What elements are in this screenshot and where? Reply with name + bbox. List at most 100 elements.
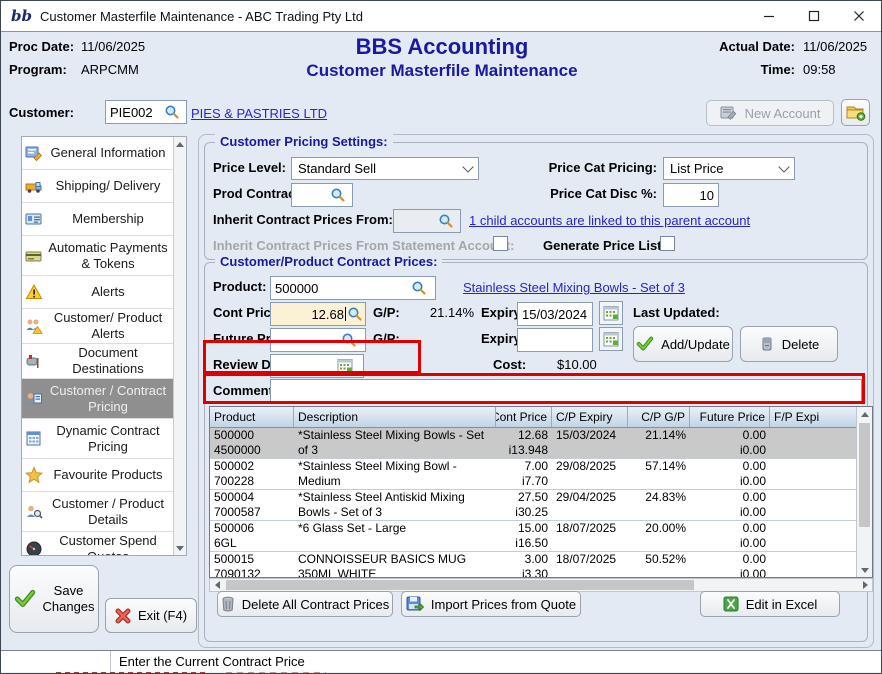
minimize-button[interactable] xyxy=(746,1,791,31)
sidebar-item-favourite-products[interactable]: Favourite Products xyxy=(22,459,174,492)
col-header-future-price[interactable]: Future Price xyxy=(690,407,770,427)
search-icon[interactable] xyxy=(411,280,427,296)
price-cat-disc-input[interactable] xyxy=(663,183,719,207)
review-date-input[interactable] xyxy=(275,359,337,374)
comment-input[interactable] xyxy=(270,379,862,403)
cont-expiry-calendar-button[interactable] xyxy=(599,301,623,325)
table-horizontal-scrollbar[interactable] xyxy=(209,578,873,592)
close-button[interactable] xyxy=(836,1,881,31)
table-row[interactable]: 5000047000587 *Stainless Steel Antiskid … xyxy=(210,490,856,521)
customer-label: Customer: xyxy=(9,105,74,120)
inherit-from-input[interactable] xyxy=(398,214,438,229)
price-cat-pricing-select[interactable]: List Price xyxy=(663,157,795,180)
product-name-link[interactable]: Stainless Steel Mixing Bowls - Set of 3 xyxy=(463,280,685,295)
import-disk-icon xyxy=(406,596,424,612)
customer-details-icon xyxy=(25,503,43,521)
scroll-up-icon[interactable] xyxy=(174,137,186,151)
new-account-button[interactable]: New Account xyxy=(706,100,834,126)
col-header-cp-expiry[interactable]: C/P Expiry xyxy=(552,407,628,427)
sidebar-item-general-information[interactable]: General Information xyxy=(22,137,174,170)
edit-in-excel-button[interactable]: Edit in Excel xyxy=(700,591,840,617)
trash-icon xyxy=(221,596,235,612)
search-icon[interactable] xyxy=(347,306,363,322)
scrollbar-thumb[interactable] xyxy=(226,580,694,590)
inherit-from-field[interactable] xyxy=(393,209,461,233)
sidebar-item-membership[interactable]: Membership xyxy=(22,203,174,236)
child-accounts-link[interactable]: 1 child accounts are linked to this pare… xyxy=(469,213,750,228)
inherit-statement-checkbox[interactable] xyxy=(493,236,508,251)
future-price-input[interactable] xyxy=(275,333,341,348)
sidebar-item-dynamic-contract-pricing[interactable]: Dynamic Contract Pricing xyxy=(22,419,174,459)
add-update-button[interactable]: Add/Update xyxy=(633,326,733,362)
sidebar-item-customer-spend-quotas[interactable]: Customer Spend Quotas xyxy=(22,532,174,556)
sidebar-item-customer-contract-pricing[interactable]: Customer / Contract Pricing xyxy=(22,379,174,419)
cont-expiry-input[interactable] xyxy=(517,302,593,326)
future-price-field[interactable] xyxy=(270,328,366,352)
section-legend: Customer/Product Contract Prices: xyxy=(215,254,442,269)
col-header-cp-gp[interactable]: C/P G/P xyxy=(628,407,690,427)
sidebar-item-document-destinations[interactable]: Document Destinations xyxy=(22,344,174,379)
general-information-icon xyxy=(25,144,43,162)
sidebar-item-customer-product-alerts[interactable]: Customer/ Product Alerts xyxy=(22,309,174,344)
product-input[interactable] xyxy=(275,281,411,296)
customer-code-field[interactable] xyxy=(105,100,187,124)
scrollbar-thumb[interactable] xyxy=(859,423,870,527)
sidebar-item-automatic-payments[interactable]: Automatic Payments & Tokens xyxy=(22,236,174,276)
customer-alerts-icon xyxy=(25,317,43,335)
scroll-down-icon[interactable] xyxy=(174,541,186,555)
green-check-icon xyxy=(636,336,654,352)
delete-button[interactable]: Delete xyxy=(740,326,838,362)
review-date-field[interactable] xyxy=(270,354,364,378)
search-icon[interactable] xyxy=(438,213,454,229)
exit-button[interactable]: Exit (F4) xyxy=(105,598,197,633)
maximize-button[interactable] xyxy=(791,1,836,31)
scroll-up-icon[interactable] xyxy=(857,407,872,421)
future-gp-label: G/P: xyxy=(373,331,400,346)
scroll-down-icon[interactable] xyxy=(857,563,872,577)
table-row[interactable]: 500002700228 *Stainless Steel Mixing Bow… xyxy=(210,459,856,490)
search-icon[interactable] xyxy=(164,104,180,120)
search-icon[interactable] xyxy=(330,187,346,203)
import-prices-from-quote-button[interactable]: Import Prices from Quote xyxy=(401,591,581,617)
search-icon[interactable] xyxy=(341,332,357,348)
customer-code-input[interactable] xyxy=(110,105,164,120)
scroll-right-icon[interactable] xyxy=(858,581,872,589)
delete-all-contract-prices-button[interactable]: Delete All Contract Prices xyxy=(217,591,393,617)
customer-name-link[interactable]: PIES & PASTRIES LTD xyxy=(191,106,327,121)
table-vertical-scrollbar[interactable] xyxy=(856,407,872,577)
scroll-left-icon[interactable] xyxy=(210,581,224,589)
excel-icon xyxy=(723,596,739,612)
open-account-folder-button[interactable] xyxy=(841,99,870,126)
status-message: Enter the Current Contract Price xyxy=(111,654,305,669)
close-icon xyxy=(853,10,865,22)
table-row[interactable]: 5000157090132 CONNOISSEUR BASICS MUG350M… xyxy=(210,552,856,577)
membership-card-icon xyxy=(25,210,43,228)
sidebar-item-label: Document Destinations xyxy=(44,345,172,377)
future-expiry-calendar-button[interactable] xyxy=(599,327,623,351)
save-changes-button[interactable]: Save Changes xyxy=(9,565,99,633)
product-field[interactable] xyxy=(270,276,436,300)
col-header-cont-price[interactable]: Cont Price xyxy=(496,407,552,427)
price-level-select[interactable]: Standard Sell xyxy=(291,157,479,180)
sidebar-item-shipping-delivery[interactable]: Shipping/ Delivery xyxy=(22,170,174,203)
cost-value: $10.00 xyxy=(557,357,597,372)
col-header-fp-expiry[interactable]: F/P Expi xyxy=(770,407,856,427)
app-window: bb Customer Masterfile Maintenance - ABC… xyxy=(0,0,882,674)
prod-contract-input[interactable] xyxy=(296,188,330,203)
sidebar-scrollbar[interactable] xyxy=(173,137,186,555)
prod-contract-field[interactable] xyxy=(291,183,353,207)
cont-price-field[interactable]: 12.68 xyxy=(270,302,366,326)
col-header-product[interactable]: Product xyxy=(210,407,294,427)
sidebar-item-customer-product-details[interactable]: Customer / Product Details xyxy=(22,492,174,532)
table-row[interactable]: 5000004500000 *Stainless Steel Mixing Bo… xyxy=(210,428,856,459)
comment-label: Comment: xyxy=(213,383,277,398)
col-header-description[interactable]: Description xyxy=(294,407,496,427)
future-expiry-input[interactable] xyxy=(517,328,593,352)
sidebar-item-label: Membership xyxy=(44,211,172,227)
table-row[interactable]: 5000066GL *6 Glass Set - Large 15.00i16.… xyxy=(210,521,856,552)
calendar-icon[interactable] xyxy=(337,358,354,375)
cont-price-value[interactable]: 12.68 xyxy=(275,307,344,322)
new-account-icon xyxy=(720,105,738,121)
sidebar-item-alerts[interactable]: Alerts xyxy=(22,276,174,309)
generate-price-list-checkbox[interactable] xyxy=(660,236,675,251)
